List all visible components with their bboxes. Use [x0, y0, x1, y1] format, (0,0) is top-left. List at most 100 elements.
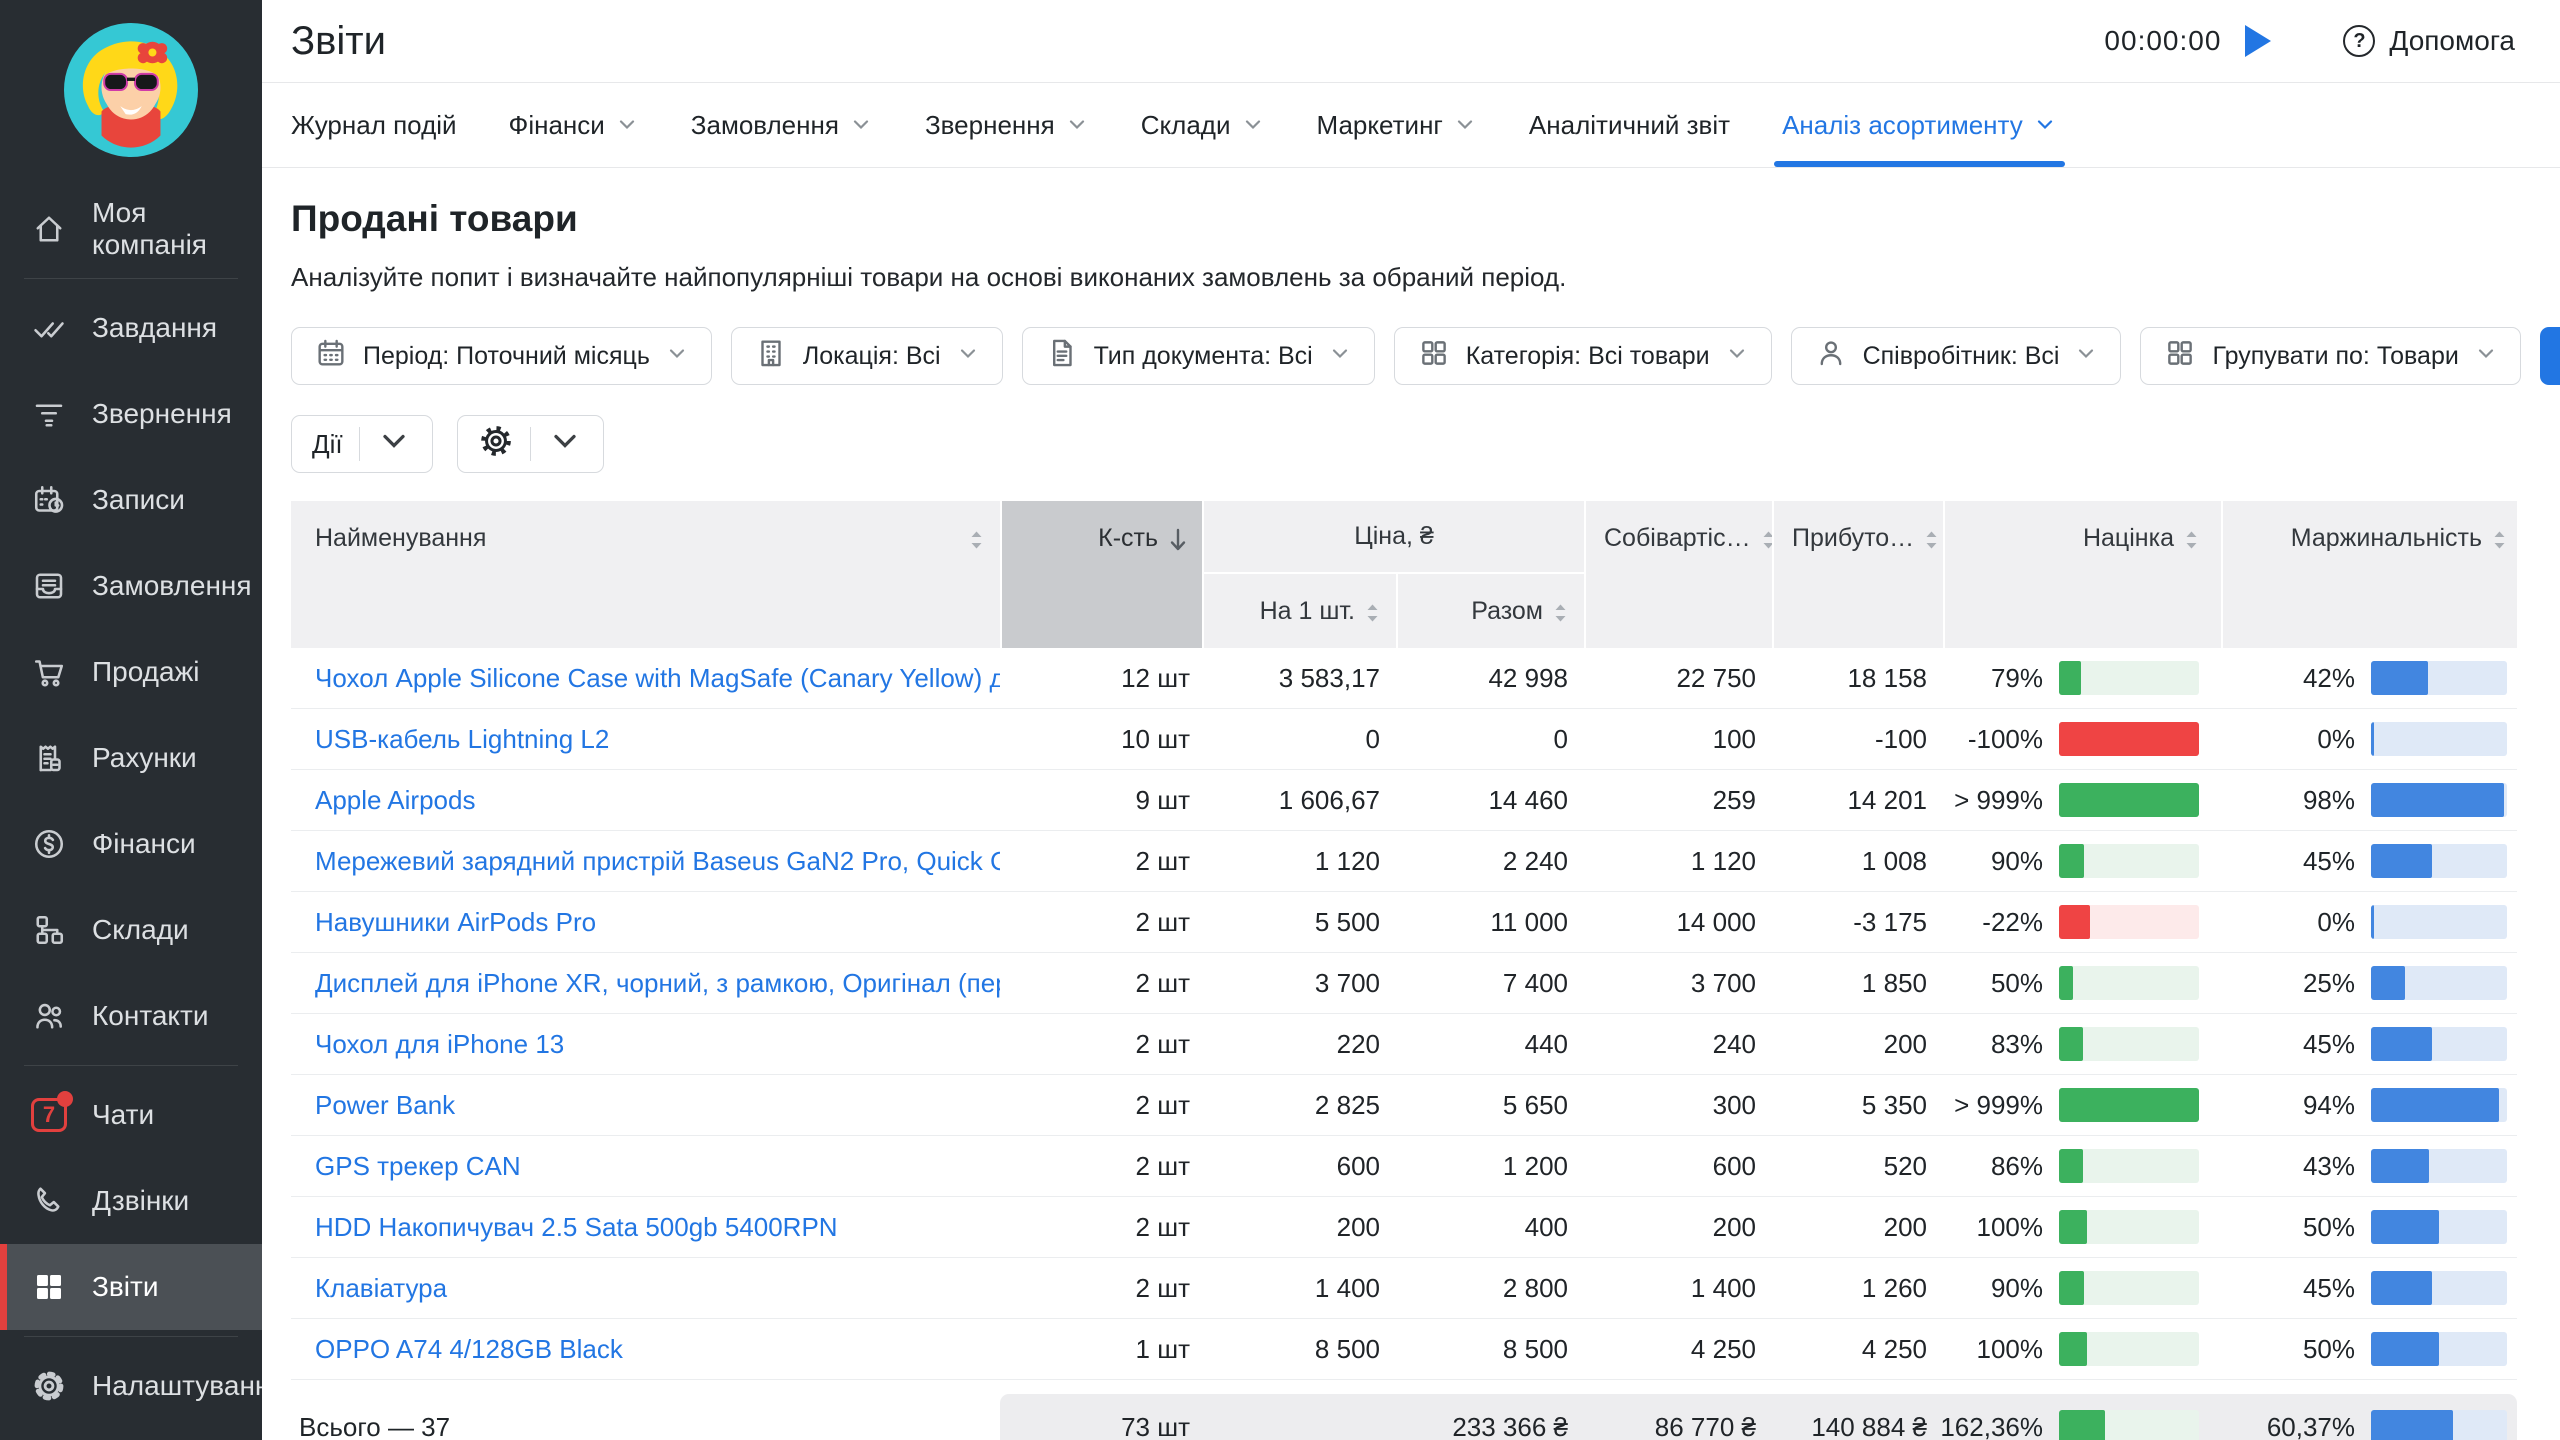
timer-play-button[interactable] — [2245, 25, 2271, 57]
table-row: USB-кабель Lightning L210 шт00100-100-10… — [291, 709, 2517, 770]
sidebar-item-grid[interactable]: Звіти — [0, 1244, 262, 1330]
product-link[interactable]: Power Bank — [291, 1090, 1000, 1121]
table-settings-button[interactable] — [457, 415, 604, 473]
check-icon — [30, 309, 68, 347]
qty-cell: 2 шт — [1000, 907, 1204, 938]
product-link[interactable]: Мережевий зарядний пристрій Baseus GaN2 … — [291, 846, 1000, 877]
filter-calendar-0[interactable]: Період: Поточний місяць — [291, 327, 712, 385]
tab-7[interactable]: Аналітичний звіт — [1529, 83, 1730, 167]
total-cell: 14 460 — [1396, 785, 1584, 816]
filter-label: Співробітник: Всі — [1863, 342, 2060, 371]
sidebar-item-calendar-clock[interactable]: Записи — [0, 457, 262, 543]
product-link[interactable]: USB-кабель Lightning L2 — [291, 724, 1000, 755]
product-link[interactable]: Дисплей для iPhone XR, чорний, з рамкою,… — [291, 968, 1000, 999]
product-link[interactable]: OPPO A74 4/128GB Black — [291, 1334, 1000, 1365]
table-row: Apple Airpods9 шт1 606,6714 46025914 201… — [291, 770, 2517, 831]
coin-icon — [30, 825, 68, 863]
sort-icon — [1365, 600, 1380, 626]
sidebar-item-label: Завдання — [92, 312, 217, 344]
qty-cell: 2 шт — [1000, 846, 1204, 877]
filter-doc-2[interactable]: Тип документа: Всі — [1022, 327, 1375, 385]
tab-6[interactable]: Маркетинг — [1317, 83, 1477, 167]
tab-2[interactable]: Фінанси — [509, 83, 639, 167]
sidebar-item-inbox[interactable]: Замовлення — [0, 543, 262, 629]
sidebar-item-gear[interactable]: Налаштування — [0, 1343, 262, 1429]
qty-cell: 2 шт — [1000, 1090, 1204, 1121]
sidebar-item-home[interactable]: Моя компанія — [0, 186, 262, 272]
sort-icon — [1553, 600, 1568, 626]
page-title: Звіти — [291, 19, 386, 64]
calendar-icon — [314, 336, 348, 377]
sidebar-item-chat[interactable]: 7Чати — [0, 1072, 262, 1158]
margin-bar — [2371, 722, 2507, 756]
filter-bar: Період: Поточний місяць Локація: Всі Тип д… — [291, 327, 2517, 385]
actions-button[interactable]: Дії — [291, 415, 433, 473]
cost-cell: 14 000 — [1584, 907, 1772, 938]
filter-grid4-3[interactable]: Категорія: Всі товари — [1394, 327, 1772, 385]
markup-bar — [2059, 1271, 2199, 1305]
table-row: HDD Накопичувач 2.5 Sata 500gb 5400RPN2 … — [291, 1197, 2517, 1258]
profit-cell: 14 201 — [1772, 785, 1943, 816]
filter-building-1[interactable]: Локація: Всі — [731, 327, 1003, 385]
product-link[interactable]: Чохол Apple Silicone Case with MagSafe (… — [291, 663, 1000, 694]
building-icon — [754, 336, 788, 377]
help-label: Допомога — [2389, 25, 2515, 57]
tab-3[interactable]: Замовлення — [691, 83, 873, 167]
profit-cell: 200 — [1772, 1029, 1943, 1060]
column-header-unit-price[interactable]: На 1 шт. — [1204, 574, 1396, 648]
product-link[interactable]: HDD Накопичувач 2.5 Sata 500gb 5400RPN — [291, 1212, 1000, 1243]
user-avatar[interactable] — [0, 0, 262, 186]
filter-grid4-5[interactable]: Групувати по: Товари — [2140, 327, 2520, 385]
footer-margin: 60,37% — [2221, 1394, 2517, 1440]
product-link[interactable]: GPS трекер CAN — [291, 1151, 1000, 1182]
sidebar-item-check[interactable]: Завдання — [0, 285, 262, 371]
product-link[interactable]: Чохол для iPhone 13 — [291, 1029, 1000, 1060]
product-link[interactable]: Клавіатура — [291, 1273, 1000, 1304]
chevron-down-icon[interactable] — [376, 423, 412, 466]
sidebar-item-cart[interactable]: Продажі — [0, 629, 262, 715]
sidebar-item-people[interactable]: Контакти — [0, 973, 262, 1059]
sidebar-item-coin[interactable]: Фінанси — [0, 801, 262, 887]
filter-person-4[interactable]: Співробітник: Всі — [1791, 327, 2122, 385]
tab-label: Аналіз асортименту — [1782, 110, 2023, 141]
sidebar-item-funnel[interactable]: Звернення — [0, 371, 262, 457]
unit-price-cell: 220 — [1204, 1029, 1396, 1060]
cost-cell: 200 — [1584, 1212, 1772, 1243]
product-link[interactable]: Apple Airpods — [291, 785, 1000, 816]
markup-cell: 100% — [1943, 1210, 2221, 1244]
tab-1[interactable]: Журнал подій — [291, 83, 457, 167]
table-footer: Всього — 37 73 шт 233 366 ₴ 86 770 ₴ 140… — [291, 1394, 2517, 1440]
column-header-total[interactable]: Разом — [1396, 574, 1584, 648]
table-row: Дисплей для iPhone XR, чорний, з рамкою,… — [291, 953, 2517, 1014]
column-header-cost[interactable]: Собівартіс… — [1584, 501, 1772, 648]
column-header-margin[interactable]: Маржинальність — [2221, 501, 2517, 648]
tab-4[interactable]: Звернення — [925, 83, 1089, 167]
sidebar-item-org[interactable]: Склади — [0, 887, 262, 973]
cart-icon — [30, 653, 68, 691]
filter-label: Локація: Всі — [803, 342, 941, 371]
person-icon — [1814, 336, 1848, 377]
help-button[interactable]: ? Допомога — [2343, 25, 2515, 57]
column-header-markup[interactable]: Націнка — [1943, 501, 2221, 648]
chevron-down-icon — [665, 341, 689, 372]
tab-label: Фінанси — [509, 110, 605, 141]
profit-cell: 520 — [1772, 1151, 1943, 1182]
column-header-qty-sorted[interactable]: К-сть — [1000, 501, 1204, 648]
margin-bar — [2371, 844, 2507, 878]
qty-cell: 12 шт — [1000, 663, 1204, 694]
column-header-name[interactable]: Найменування — [291, 501, 1000, 648]
margin-bar — [2371, 1332, 2507, 1366]
sidebar-item-phone[interactable]: Дзвінки — [0, 1158, 262, 1244]
product-link[interactable]: Навушники AirPods Pro — [291, 907, 1000, 938]
column-header-profit[interactable]: Прибуто… — [1772, 501, 1943, 648]
total-cell: 11 000 — [1396, 907, 1584, 938]
apply-button[interactable]: Застосувати — [2540, 327, 2560, 385]
chevron-down-icon[interactable] — [547, 423, 583, 466]
tab-5[interactable]: Склади — [1141, 83, 1265, 167]
sidebar-item-receipt[interactable]: Рахунки — [0, 715, 262, 801]
tab-8[interactable]: Аналіз асортименту — [1782, 83, 2057, 167]
margin-cell: 42% — [2221, 661, 2517, 695]
markup-cell: 79% — [1943, 661, 2221, 695]
chevron-down-icon — [956, 341, 980, 372]
main-area: Звіти 00:00:00 ? Допомога Журнал подійФі… — [262, 0, 2560, 1440]
